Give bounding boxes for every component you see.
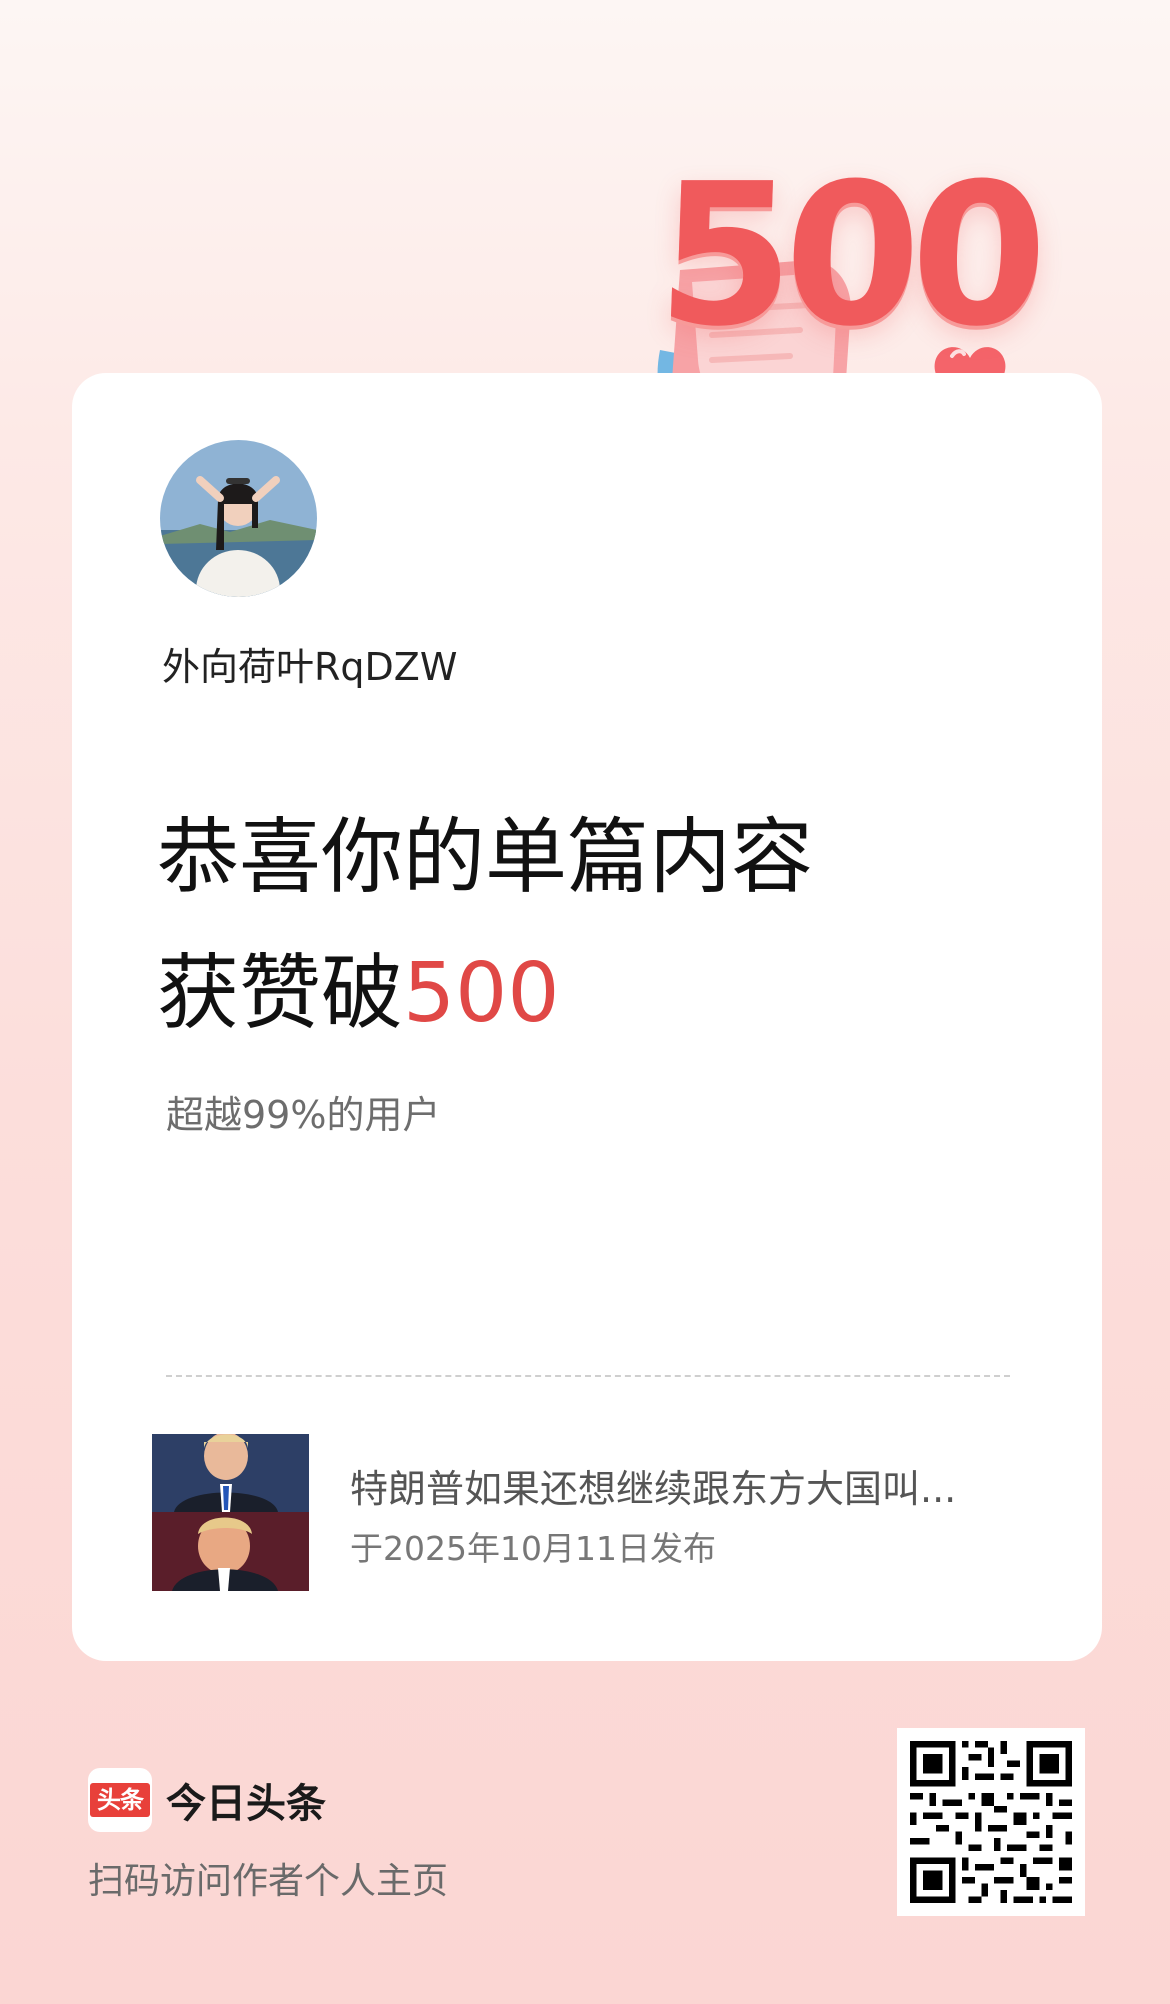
headline-line-2: 获赞破500 <box>157 926 813 1062</box>
headline-like-count: 500 <box>403 946 560 1041</box>
toutiao-logo-icon: 头条 <box>88 1768 152 1832</box>
post-thumbnail <box>152 1434 309 1591</box>
badge-number: 500 <box>654 142 1042 370</box>
avatar-photo-icon <box>160 440 317 597</box>
scan-instruction: 扫码访问作者个人主页 <box>88 1861 449 1902</box>
headline-line-2-prefix: 获赞破 <box>157 946 404 1041</box>
brand: 头条 今日头条 <box>88 1768 326 1832</box>
qr-code-icon <box>897 1728 1085 1916</box>
post-title: 特朗普如果还想继续跟东方大国叫... <box>350 1467 957 1511</box>
brand-name: 今日头条 <box>166 1781 326 1827</box>
ranking-subtitle: 超越99%的用户 <box>166 1093 441 1137</box>
headline: 恭喜你的单篇内容 获赞破500 <box>157 790 813 1062</box>
article-thumbnail-icon <box>152 1434 309 1591</box>
author-name: 外向荷叶RqDZW <box>162 645 458 689</box>
post-publish-date: 于2025年10月11日发布 <box>350 1529 716 1568</box>
qr-code[interactable] <box>897 1728 1085 1916</box>
dashed-divider <box>166 1375 1010 1377</box>
author-avatar[interactable] <box>160 440 317 597</box>
headline-line-1: 恭喜你的单篇内容 <box>157 810 814 905</box>
post-preview[interactable]: 特朗普如果还想继续跟东方大国叫... 于2025年10月11日发布 <box>152 1434 1022 1591</box>
logo-text: 头条 <box>90 1783 150 1817</box>
